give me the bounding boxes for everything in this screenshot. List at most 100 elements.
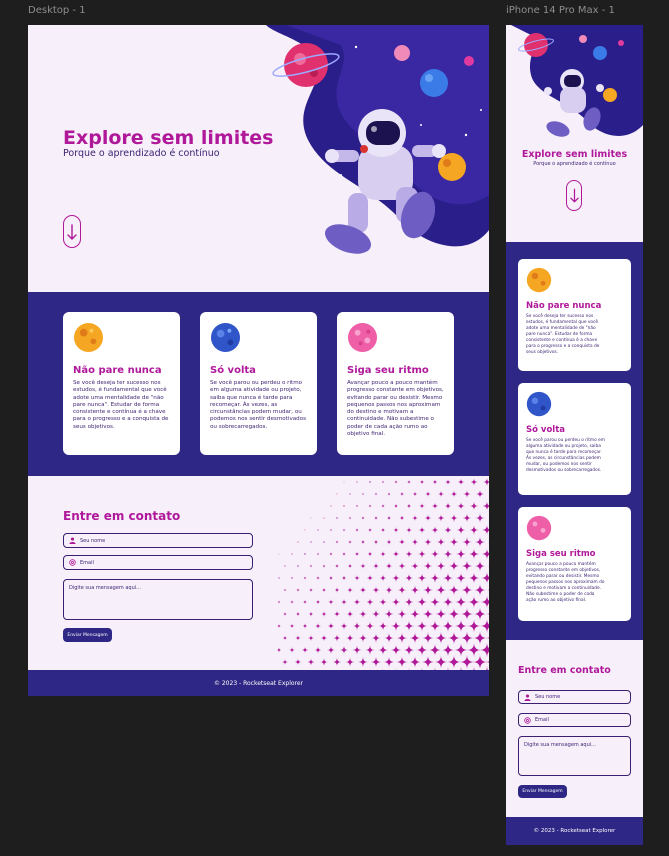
- send-message-button[interactable]: Enviar Mensagem: [63, 628, 112, 642]
- sparkle-icon: [289, 623, 295, 629]
- sparkle-icon: [443, 549, 453, 559]
- sparkle-icon: [392, 550, 400, 558]
- desktop-frame: Explore sem limites Porque o aprendizado…: [28, 25, 489, 696]
- sparkle-icon: [345, 657, 355, 667]
- sparkle-icon: [448, 608, 460, 620]
- sparkle-icon: [373, 515, 379, 521]
- sparkle-icon: [282, 611, 288, 617]
- name-input[interactable]: Seu nome: [518, 690, 631, 704]
- sparkle-icon: [424, 514, 432, 522]
- feature-title: Siga seu ritmo: [526, 549, 596, 559]
- sparkle-icon: [296, 588, 300, 592]
- sparkle-icon: [367, 551, 373, 557]
- sparkle-icon: [391, 621, 401, 631]
- sparkle-icon: [466, 642, 482, 658]
- sparkle-icon: [309, 564, 313, 568]
- hero-section: Explore sem limites Porque o aprendizado…: [28, 25, 489, 292]
- sparkle-icon: [412, 491, 418, 497]
- sparkle-icon: [333, 634, 341, 642]
- sparkle-icon: [399, 491, 405, 497]
- sparkle-icon: [296, 564, 300, 568]
- scroll-down-button[interactable]: [63, 215, 81, 248]
- feature-title: Não pare nunca: [73, 365, 162, 376]
- sparkle-icon: [360, 563, 366, 569]
- sparkle-icon: [361, 492, 365, 496]
- sparkle-icon: [330, 505, 332, 507]
- sparkle-icon: [404, 573, 414, 583]
- pink-planet-icon: [347, 322, 378, 353]
- sparkle-icon: [365, 645, 375, 655]
- sparkle-icon: [392, 574, 400, 582]
- sparkle-icon: [340, 622, 348, 630]
- sparkle-icon: [422, 632, 434, 644]
- sparkle-icon: [442, 572, 454, 584]
- sparkle-icon: [419, 503, 425, 509]
- contact-title: Entre em contato: [63, 509, 181, 523]
- sparkle-icon: [410, 585, 420, 595]
- sparkle-icon: [380, 503, 386, 509]
- sparkle-icon: [295, 635, 301, 641]
- blue-planet-icon: [526, 391, 552, 417]
- name-input[interactable]: Seu nome: [63, 533, 253, 548]
- sparkle-icon: [394, 480, 398, 484]
- sparkle-icon: [384, 633, 394, 643]
- mobile-frame-label: iPhone 14 Pro Max - 1: [506, 5, 615, 16]
- sparkle-icon: [428, 643, 442, 657]
- sparkle-icon: [488, 517, 489, 519]
- sparkle-icon: [474, 560, 486, 572]
- sparkle-icon: [467, 619, 481, 633]
- sparkle-icon: [335, 540, 339, 544]
- sparkle-icon: [342, 504, 346, 508]
- sparkle-icon: [387, 492, 391, 496]
- sparkle-icon: [430, 573, 440, 583]
- sparkle-icon: [456, 525, 466, 535]
- sparkle-icon: [461, 584, 473, 596]
- sparkle-icon: [470, 478, 478, 486]
- email-input[interactable]: Email: [518, 713, 631, 727]
- feature-card: Não pare nunca Se você deseja ter sucess…: [518, 259, 631, 371]
- sparkle-icon: [396, 656, 408, 668]
- email-input[interactable]: Email: [63, 555, 253, 570]
- sparkle-icon: [359, 610, 367, 618]
- sparkle-icon: [462, 537, 472, 547]
- send-message-button[interactable]: Enviar Mensagem: [518, 785, 567, 798]
- sparkle-icon: [447, 655, 461, 669]
- user-icon: [69, 537, 76, 544]
- sparkle-icon: [443, 525, 453, 535]
- message-textarea[interactable]: Digite sua mensagem aqui...: [518, 736, 631, 776]
- sparkle-icon: [365, 621, 375, 631]
- scroll-down-button[interactable]: [566, 180, 582, 211]
- sparkle-icon: [436, 561, 446, 571]
- sparkle-icon: [473, 607, 487, 621]
- sparkle-icon: [417, 597, 427, 607]
- sparkle-icon: [354, 551, 360, 557]
- sparkle-icon: [487, 565, 489, 567]
- sparkle-icon: [423, 585, 433, 595]
- sparkle-icon: [421, 655, 435, 669]
- sparkle-icon: [456, 549, 466, 559]
- sparkle-icon: [336, 493, 338, 495]
- sparkle-icon: [404, 597, 414, 607]
- sparkle-icon: [475, 513, 485, 523]
- sparkle-icon: [481, 548, 489, 560]
- hero-subtitle: Porque o aprendizado é contínuo: [63, 148, 220, 159]
- sparkle-icon: [393, 503, 399, 509]
- sparkle-icon: [276, 623, 282, 629]
- sparkle-icon: [463, 490, 471, 498]
- sparkle-icon: [454, 619, 468, 633]
- sparkle-icon: [480, 595, 489, 609]
- sparkle-icon: [399, 515, 405, 521]
- sparkle-icon: [441, 643, 455, 657]
- sparkle-icon: [436, 537, 446, 547]
- contact-title: Entre em contato: [518, 665, 611, 676]
- sparkle-icon: [434, 655, 448, 669]
- message-textarea[interactable]: Digite sua mensagem aqui...: [63, 579, 253, 620]
- sparkle-icon: [425, 491, 431, 497]
- sparkle-icon: [327, 646, 335, 654]
- sparkle-icon: [374, 492, 378, 496]
- sparkle-icon: [423, 561, 433, 571]
- sparkle-icon: [358, 633, 368, 643]
- sparkle-icon: [290, 576, 294, 580]
- sparkle-icon: [371, 609, 381, 619]
- sparkle-icon: [358, 657, 368, 667]
